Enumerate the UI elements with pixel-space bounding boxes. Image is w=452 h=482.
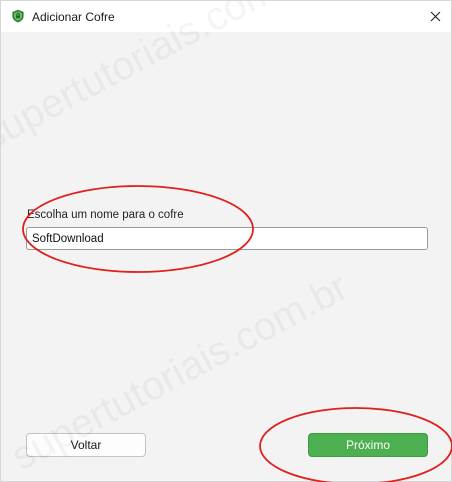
add-vault-dialog: Adicionar Cofre Escolha um nome para o c…	[0, 0, 452, 482]
title-bar: Adicionar Cofre	[1, 1, 451, 32]
back-button[interactable]: Voltar	[26, 433, 146, 457]
vault-name-input[interactable]	[26, 227, 428, 250]
dialog-content: Escolha um nome para o cofre Voltar Próx…	[1, 32, 451, 481]
window-title: Adicionar Cofre	[32, 10, 115, 24]
close-icon	[430, 11, 440, 22]
vault-name-label: Escolha um nome para o cofre	[27, 209, 184, 221]
next-button[interactable]: Próximo	[308, 433, 428, 457]
close-button[interactable]	[419, 1, 451, 32]
shield-lock-icon	[12, 9, 24, 23]
